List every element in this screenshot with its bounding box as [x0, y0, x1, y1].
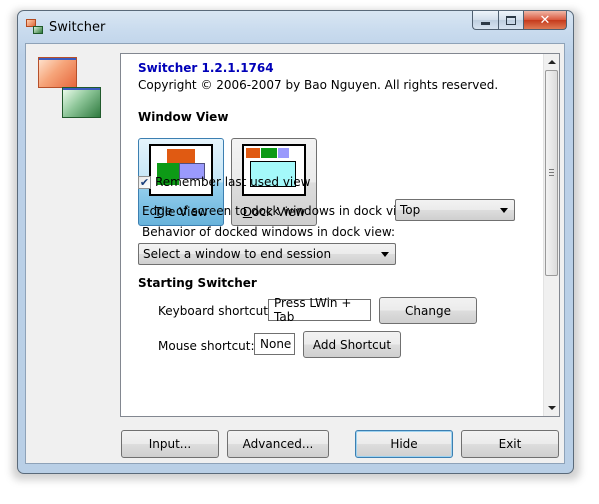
window-title: Switcher [49, 20, 106, 35]
chevron-down-icon [500, 208, 508, 213]
dock-edge-label: Edge of screen to dock windows in dock v… [142, 204, 417, 218]
maximize-button[interactable] [498, 11, 523, 30]
maximize-icon [506, 15, 516, 25]
exit-button[interactable]: Exit [461, 430, 559, 458]
minimize-button[interactable] [472, 11, 498, 30]
settings-panel: Switcher 1.2.1.1764 Copyright © 2006-200… [120, 53, 560, 417]
add-shortcut-button[interactable]: Add Shortcut [303, 331, 401, 358]
chevron-down-icon [381, 252, 389, 257]
scroll-down-icon[interactable] [548, 406, 556, 410]
client-area: Switcher 1.2.1.1764 Copyright © 2006-200… [25, 43, 565, 464]
remember-view-checkbox[interactable]: ✔ [138, 175, 151, 189]
app-icon [26, 19, 44, 35]
window-view-heading: Window View [138, 110, 229, 124]
dock-edge-select[interactable]: Top [395, 199, 515, 221]
advanced-button[interactable]: Advanced... [227, 430, 329, 458]
close-icon: ✕ [539, 12, 551, 28]
dock-behavior-label: Behavior of docked windows in dock view: [142, 225, 396, 239]
caption-buttons: ✕ [472, 11, 567, 31]
remember-view-row[interactable]: ✔ Remember last used view [138, 175, 310, 189]
scroll-up-icon[interactable] [548, 60, 556, 64]
switcher-logo [38, 57, 106, 125]
minimize-icon [481, 21, 490, 25]
starting-switcher-heading: Starting Switcher [138, 276, 257, 290]
keyboard-shortcut-field[interactable]: Press LWin + Tab [268, 296, 371, 324]
scroll-thumb[interactable] [545, 70, 558, 276]
hide-button[interactable]: Hide [355, 430, 453, 458]
keyboard-shortcut-label: Keyboard shortcut: [158, 304, 273, 318]
grip-icon [549, 169, 554, 176]
mouse-shortcut-label: Mouse shortcut: [158, 339, 255, 353]
dock-behavior-value: Select a window to end session [143, 247, 332, 261]
change-shortcut-button[interactable]: Change [379, 297, 477, 324]
close-button[interactable]: ✕ [523, 11, 567, 30]
app-name-version: Switcher 1.2.1.1764 [138, 61, 274, 75]
remember-view-label: Remember last used view [155, 175, 311, 189]
input-button[interactable]: Input... [121, 430, 219, 458]
settings-content: Switcher 1.2.1.1764 Copyright © 2006-200… [121, 54, 544, 416]
panel-scrollbar[interactable] [543, 54, 559, 416]
mouse-shortcut-field[interactable]: None [254, 333, 295, 355]
dock-edge-value: Top [400, 203, 421, 217]
dock-behavior-select[interactable]: Select a window to end session [138, 243, 396, 265]
copyright-text: Copyright © 2006-2007 by Bao Nguyen. All… [138, 78, 499, 92]
